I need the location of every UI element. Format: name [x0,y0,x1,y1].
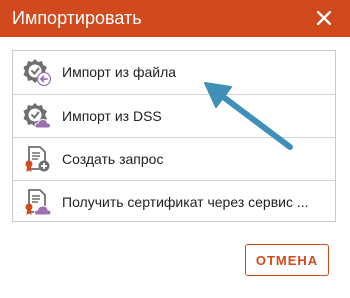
get-certificate-via-service-item[interactable]: Получить сертификат через сервис ... [13,180,335,222]
import-options-list: Импорт из файла Импорт из DSS Создать за [12,50,336,222]
close-button[interactable] [312,6,336,30]
dialog-title: Импортировать [12,8,142,28]
item-label: Получить сертификат через сервис ... [62,194,309,210]
cancel-button[interactable]: ОТМЕНА [245,244,329,276]
item-label: Импорт из файла [62,64,177,80]
import-from-dss-item[interactable]: Импорт из DSS [13,94,335,136]
item-label: Импорт из DSS [62,108,162,124]
create-request-item[interactable]: Создать запрос [13,137,335,179]
import-dialog: Импортировать Импорт из файла Импорт из … [0,0,350,298]
dialog-title-bar: Импортировать [0,0,350,37]
document-cloud-icon [25,189,51,216]
document-add-icon [25,146,50,172]
import-from-file-item[interactable]: Импорт из файла [13,51,335,93]
certificate-import-icon [23,59,51,86]
close-icon [317,11,331,25]
item-label: Создать запрос [62,151,164,167]
certificate-cloud-icon [23,103,51,129]
